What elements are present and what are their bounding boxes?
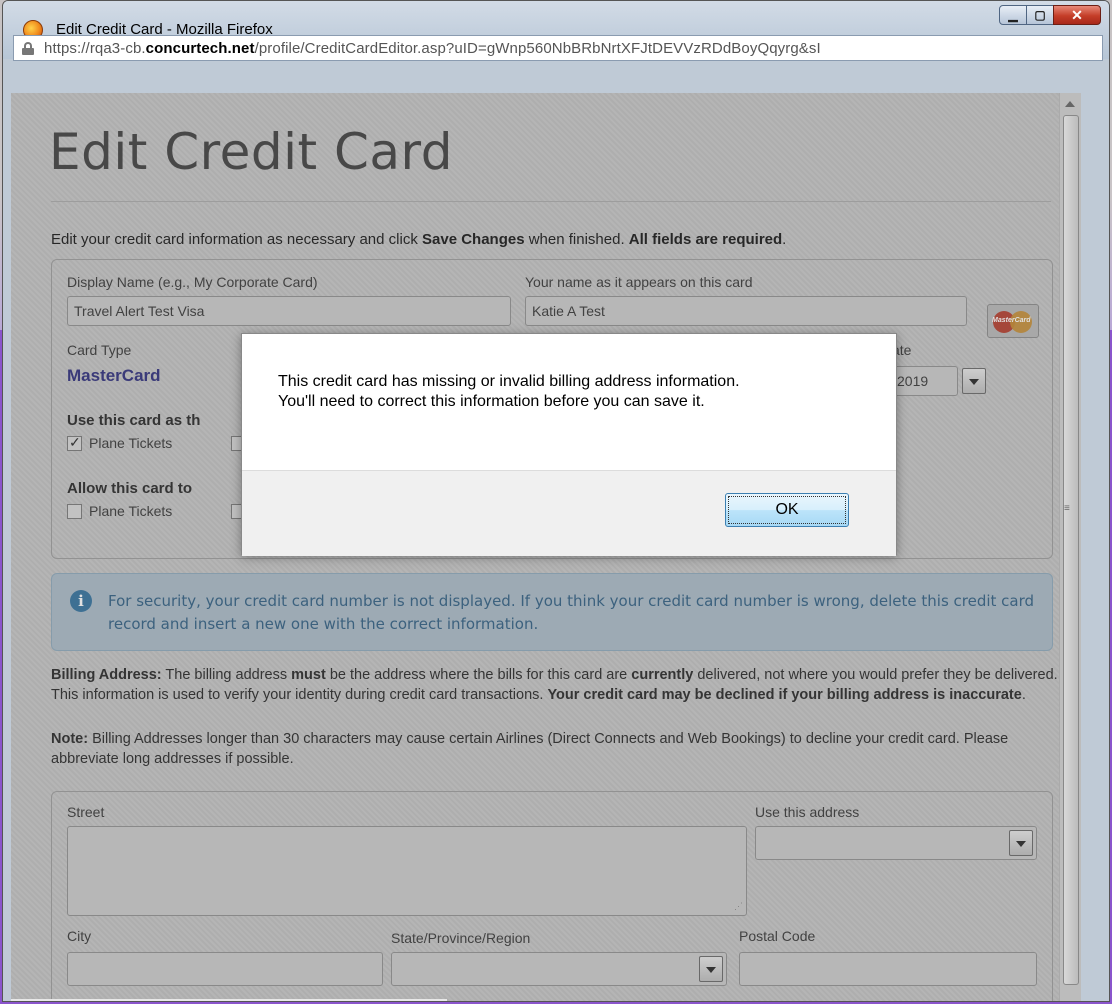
use-this-address-select[interactable] bbox=[755, 826, 1037, 860]
resize-grip-icon[interactable]: ⋰ bbox=[734, 901, 743, 912]
title-bar[interactable]: Edit Credit Card - Mozilla Firefox ▁ ▢ ✕… bbox=[3, 1, 1109, 61]
info-icon: i bbox=[70, 590, 92, 612]
scroll-up-icon[interactable] bbox=[1065, 101, 1075, 107]
alert-message-line-1: This credit card has missing or invalid … bbox=[278, 373, 740, 390]
alert-footer: OK bbox=[242, 470, 896, 556]
display-name-label: Display Name (e.g., My Corporate Card) bbox=[67, 274, 318, 290]
street-label: Street bbox=[67, 804, 105, 820]
close-icon: ✕ bbox=[1071, 6, 1083, 23]
address-bar[interactable]: https://rqa3-cb.concurtech.net/profile/C… bbox=[13, 35, 1103, 61]
city-field[interactable] bbox=[67, 952, 383, 986]
use-plane-tickets-checkbox[interactable] bbox=[67, 434, 82, 451]
postal-code-field[interactable] bbox=[739, 952, 1037, 986]
scrollbar-grip-icon: ≡ bbox=[1064, 503, 1070, 514]
billing-address-paragraph: Billing Address: The billing address mus… bbox=[51, 667, 1058, 703]
card-type-label: Card Type bbox=[67, 342, 132, 358]
vertical-scrollbar[interactable]: ≡ bbox=[1059, 93, 1081, 1001]
use-card-heading: Use this card as th bbox=[67, 412, 201, 429]
billing-note-paragraph: Note: Billing Addresses longer than 30 c… bbox=[51, 731, 1009, 767]
street-textarea[interactable]: ⋰ bbox=[67, 826, 747, 916]
security-info-text: For security, your credit card number is… bbox=[108, 592, 1035, 633]
maximize-button[interactable]: ▢ bbox=[1026, 5, 1054, 25]
expiration-year-select[interactable]: 2019 bbox=[892, 366, 958, 396]
status-bar bbox=[11, 999, 447, 1001]
maximize-icon: ▢ bbox=[1034, 8, 1046, 22]
postal-code-label: Postal Code bbox=[739, 928, 816, 944]
alert-message-line-2: You'll need to correct this information … bbox=[278, 393, 705, 410]
ok-button[interactable]: OK bbox=[725, 493, 849, 527]
window-controls: ▁ ▢ ✕ bbox=[999, 5, 1101, 25]
allow-plane-tickets-label: Plane Tickets bbox=[89, 503, 173, 519]
minimize-button[interactable]: ▁ bbox=[999, 5, 1027, 25]
state-dropdown-icon[interactable] bbox=[699, 956, 723, 982]
city-label: City bbox=[67, 928, 92, 944]
alert-message: This credit card has missing or invalid … bbox=[278, 372, 838, 412]
display-name-field[interactable]: Travel Alert Test Visa bbox=[67, 296, 511, 326]
card-name-field[interactable]: Katie A Test bbox=[525, 296, 967, 326]
scrollbar-thumb[interactable] bbox=[1063, 115, 1079, 985]
expiration-dropdown-icon[interactable] bbox=[962, 368, 986, 394]
security-info-box: i For security, your credit card number … bbox=[51, 573, 1053, 651]
alert-dialog: This credit card has missing or invalid … bbox=[241, 333, 897, 556]
allow-card-heading: Allow this card to bbox=[67, 480, 193, 497]
state-select[interactable] bbox=[391, 952, 727, 986]
mastercard-logo: MasterCard bbox=[987, 304, 1039, 338]
allow-plane-tickets-checkbox[interactable] bbox=[67, 504, 82, 519]
title-divider bbox=[51, 201, 1051, 202]
card-type-value: MasterCard bbox=[67, 366, 161, 385]
address-panel: Street ⋰ Use this address City State/Pro… bbox=[51, 791, 1053, 1001]
state-label: State/Province/Region bbox=[391, 930, 531, 946]
use-address-dropdown-icon[interactable] bbox=[1009, 830, 1033, 856]
url-text[interactable]: https://rqa3-cb.concurtech.net/profile/C… bbox=[44, 40, 1099, 57]
lock-icon bbox=[22, 42, 34, 55]
close-button[interactable]: ✕ bbox=[1053, 5, 1101, 25]
card-name-label: Your name as it appears on this card bbox=[525, 274, 753, 290]
minimize-icon: ▁ bbox=[1008, 8, 1018, 22]
use-this-address-label: Use this address bbox=[755, 804, 860, 820]
intro-text: Edit your credit card information as nec… bbox=[51, 231, 787, 248]
use-plane-tickets-label: Plane Tickets bbox=[89, 435, 173, 451]
page-title: Edit Credit Card bbox=[49, 123, 453, 181]
browser-window: Edit Credit Card - Mozilla Firefox ▁ ▢ ✕… bbox=[2, 0, 1110, 1002]
page-content: Edit Credit Card Edit your credit card i… bbox=[11, 93, 1081, 1001]
